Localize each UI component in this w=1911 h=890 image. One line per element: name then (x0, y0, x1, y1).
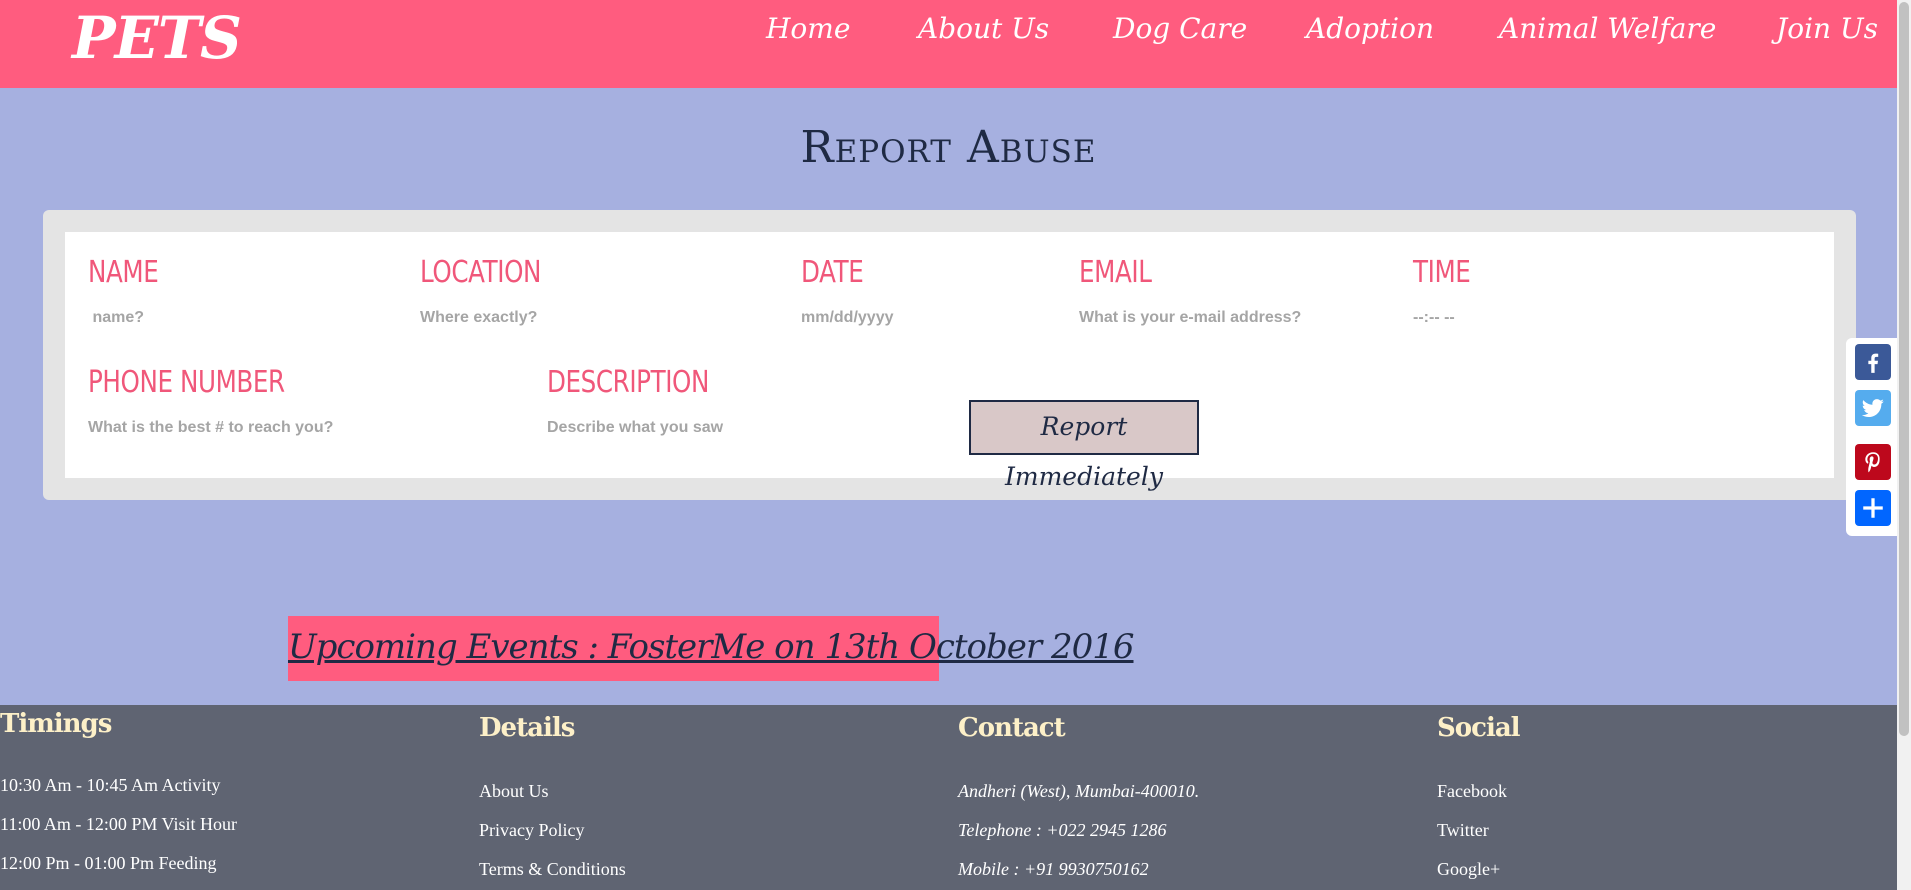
scrollbar-thumb[interactable] (1899, 2, 1909, 736)
report-immediately-button[interactable]: Report Immediately (969, 400, 1199, 491)
nav-about-us[interactable]: About Us (918, 12, 1049, 45)
footer-link-terms[interactable]: Terms & Conditions (479, 859, 626, 880)
upcoming-events-banner[interactable]: Upcoming Events : FosterMe on 13th Octob… (288, 616, 1135, 681)
footer-heading-details: Details (479, 713, 575, 743)
report-form (65, 232, 1834, 478)
name-label: NAME (88, 255, 159, 290)
timing-line: 12:00 Pm - 01:00 Pm Feeding (0, 853, 217, 873)
phone-label: PHONE NUMBER (88, 365, 285, 400)
nav-adoption[interactable]: Adoption (1306, 12, 1434, 45)
time-label: TIME (1413, 255, 1471, 290)
footer-link-about-us[interactable]: About Us (479, 781, 549, 802)
date-label: DATE (801, 255, 864, 290)
report-form-container (43, 210, 1856, 500)
nav-home[interactable]: Home (766, 12, 850, 45)
email-input[interactable] (1079, 307, 1379, 329)
contact-address: Andheri (West), Mumbai-400010. (958, 781, 1200, 801)
date-input[interactable] (801, 307, 1041, 329)
location-label: LOCATION (420, 255, 542, 290)
time-input[interactable] (1413, 307, 1613, 329)
nav-dog-care[interactable]: Dog Care (1113, 12, 1247, 45)
description-input[interactable] (547, 417, 907, 439)
timing-line: 10:30 Am - 10:45 Am Activity (0, 775, 221, 795)
footer-link-google-plus[interactable]: Google+ (1437, 859, 1500, 880)
description-label: DESCRIPTION (547, 365, 710, 400)
page-title: Report Abuse (800, 122, 1097, 173)
footer-link-facebook[interactable]: Facebook (1437, 781, 1507, 802)
share-plus-icon[interactable] (1855, 490, 1891, 526)
contact-mobile: Mobile : +91 9930750162 (958, 859, 1149, 879)
email-label: EMAIL (1079, 255, 1152, 290)
name-input[interactable] (88, 307, 388, 329)
pinterest-icon[interactable] (1855, 444, 1891, 480)
footer-heading-contact: Contact (958, 713, 1066, 743)
location-input[interactable] (420, 307, 760, 329)
footer-heading-social: Social (1437, 713, 1521, 743)
site-header: PETS Home About Us Dog Care Adoption Ani… (0, 0, 1897, 88)
footer-heading-timings: Timings (0, 709, 112, 739)
page-scrollbar[interactable] (1897, 0, 1911, 890)
twitter-icon[interactable] (1855, 390, 1891, 426)
site-footer: Timings 10:30 Am - 10:45 Am Activity 11:… (0, 705, 1897, 890)
nav-join-us[interactable]: Join Us (1776, 12, 1878, 45)
facebook-icon[interactable] (1855, 344, 1891, 380)
site-logo[interactable]: PETS (72, 4, 242, 72)
timing-line: 11:00 Am - 12:00 PM Visit Hour (0, 814, 237, 834)
footer-link-privacy-policy[interactable]: Privacy Policy (479, 820, 585, 841)
phone-input[interactable] (88, 417, 448, 439)
footer-link-twitter[interactable]: Twitter (1437, 820, 1489, 841)
share-bar (1846, 338, 1898, 536)
nav-animal-welfare[interactable]: Animal Welfare (1499, 12, 1716, 45)
contact-telephone: Telephone : +022 2945 1286 (958, 820, 1167, 840)
